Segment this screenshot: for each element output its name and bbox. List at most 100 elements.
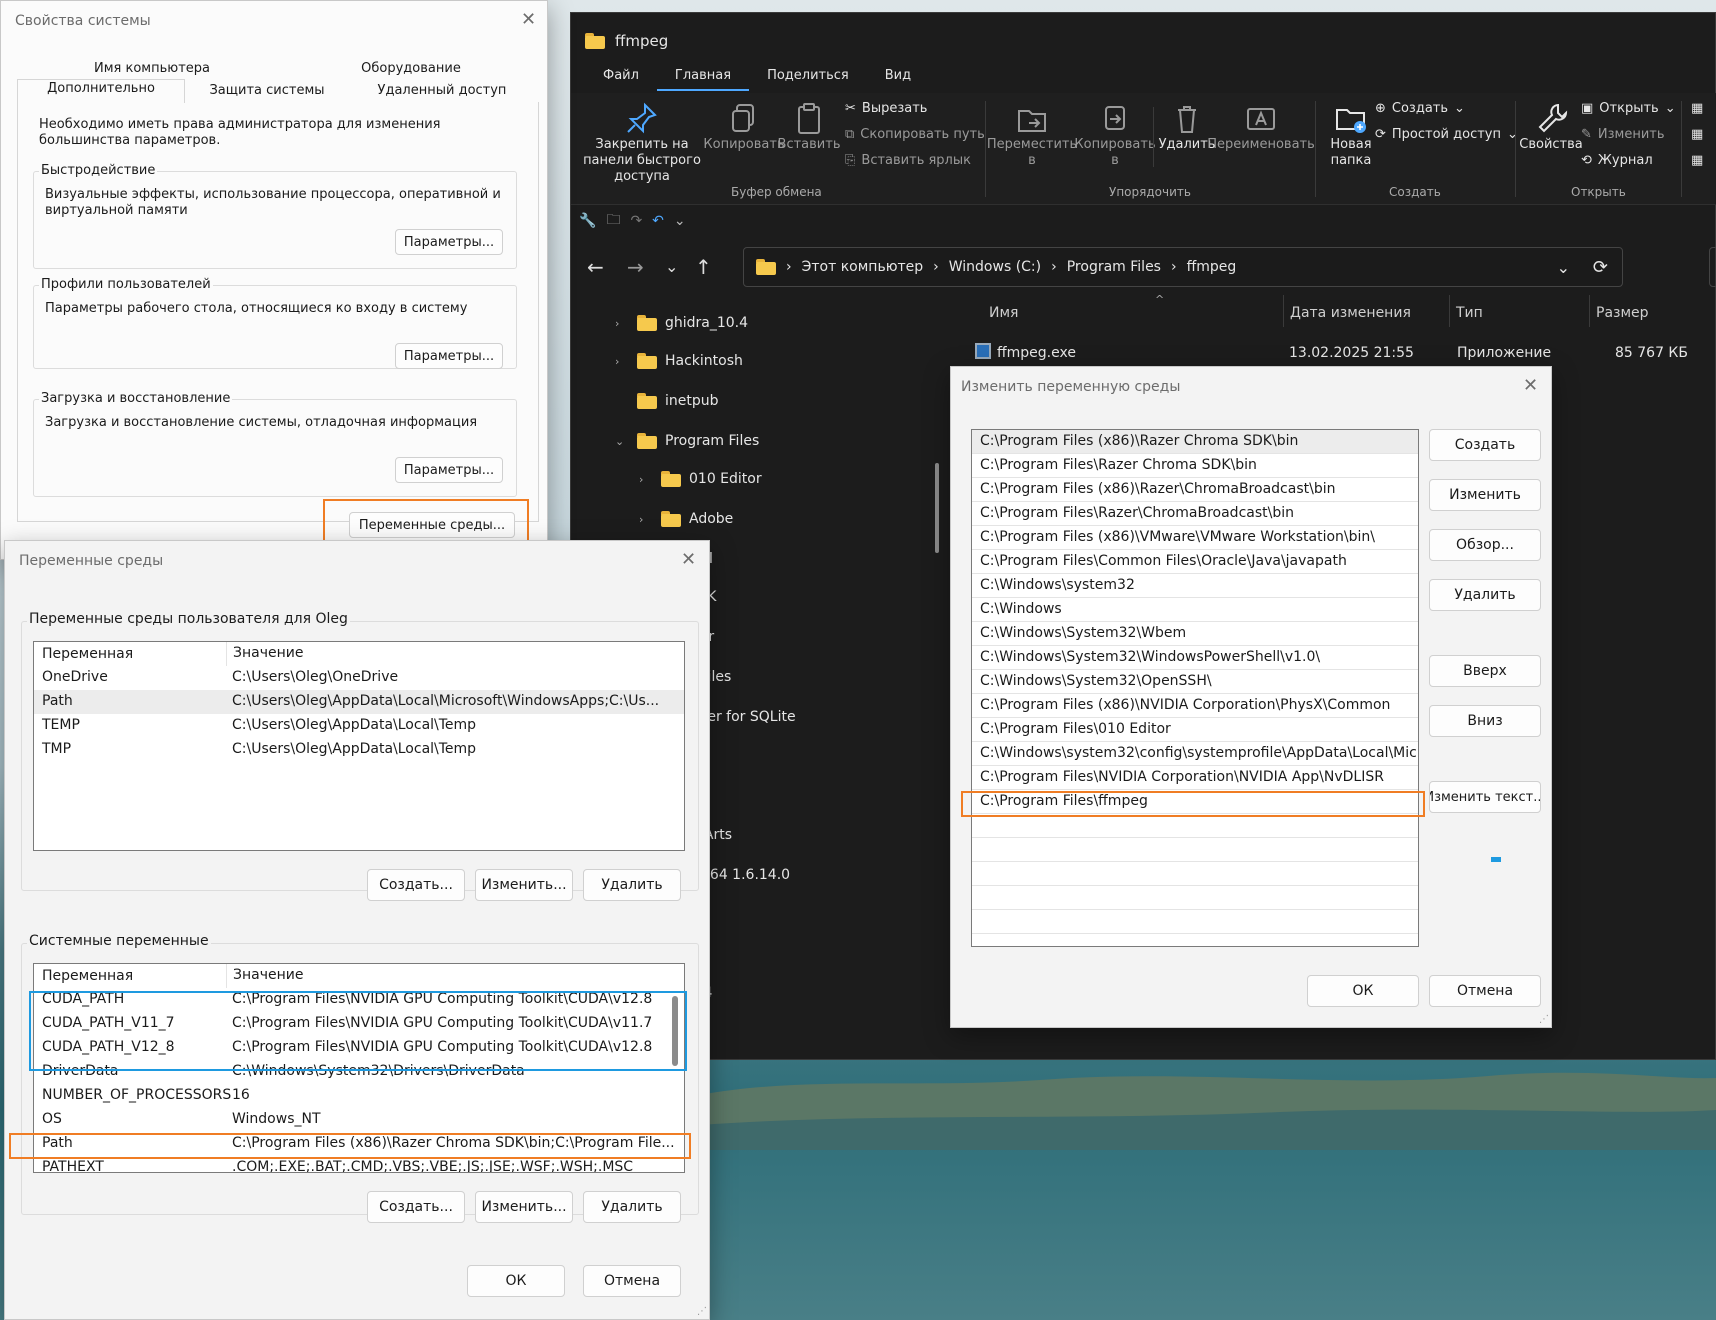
address-dropdown-icon[interactable]: ⌄ [1557,258,1570,277]
path-entry[interactable]: C:\Program Files\010 Editor [972,718,1418,742]
table-row[interactable]: Path C:\Users\Oleg\AppData\Local\Microsof… [34,690,684,714]
path-entry[interactable]: C:\Program Files (x86)\Razer Chroma SDK\… [972,430,1418,454]
column-name[interactable]: Имя [989,305,1018,321]
tree-item[interactable]: › Adobe [639,511,733,527]
invert-selection-icon[interactable]: ▦ [1691,153,1703,168]
breadcrumb-program-files[interactable]: Program Files [1067,259,1161,275]
select-none-icon[interactable]: ▦ [1691,127,1703,142]
system-new-button[interactable]: Создать... [367,1191,465,1223]
new-item-button[interactable]: ⊕ Создать ⌄ [1375,101,1465,116]
tree-item[interactable]: ⌄ Program Files [615,433,759,449]
chevron-icon[interactable]: › [615,317,629,330]
tree-item[interactable]: › Hackintosh [615,353,743,369]
empty-path-row[interactable] [972,838,1418,862]
path-entry[interactable]: C:\Windows\System32\Wbem [972,622,1418,646]
ok-button[interactable]: ОК [1307,975,1419,1007]
breadcrumb-drive[interactable]: Windows (C:) [949,259,1041,275]
table-row[interactable]: OS Windows_NT [34,1108,684,1132]
col-variable[interactable]: Переменная [42,646,133,662]
forward-icon[interactable]: → [627,255,644,279]
chevron-icon[interactable]: › [639,473,653,486]
column-date[interactable]: Дата изменения [1283,295,1411,327]
properties-small-icon[interactable]: 🔧 [579,213,596,229]
resize-grip-icon[interactable]: ⋰ [697,1306,707,1317]
tree-item[interactable]: › ghidra_10.4 [615,315,748,331]
tab-system-protection[interactable]: Защита системы [187,83,347,98]
back-icon[interactable]: ← [587,255,604,279]
paste-button[interactable]: Вставить [778,101,840,153]
select-all-icon[interactable]: ▦ [1691,101,1703,116]
breadcrumb-ffmpeg[interactable]: ffmpeg [1187,259,1237,275]
system-delete-button[interactable]: Удалить [583,1191,681,1223]
menu-share[interactable]: Поделиться [749,63,867,91]
col-variable[interactable]: Переменная [42,968,133,984]
empty-path-row[interactable] [972,862,1418,886]
empty-path-row[interactable] [972,814,1418,838]
system-edit-button[interactable]: Изменить... [475,1191,573,1223]
profiles-settings-button[interactable]: Параметры... [395,343,503,369]
tab-computer-name[interactable]: Имя компьютера [21,61,283,76]
properties-button[interactable]: Свойства [1519,101,1583,153]
column-size[interactable]: Размер [1589,295,1649,327]
cancel-button[interactable]: Отмена [1429,975,1541,1007]
new-entry-button[interactable]: Создать [1429,429,1541,461]
close-icon[interactable]: ✕ [1523,375,1538,396]
table-row[interactable]: TMP C:\Users\Oleg\AppData\Local\Temp [34,738,684,762]
chevron-icon[interactable]: › [639,513,653,526]
breadcrumb-this-pc[interactable]: Этот компьютер [802,259,924,275]
close-icon[interactable]: ✕ [521,9,536,30]
chevron-icon[interactable]: ⌄ [615,435,629,448]
close-icon[interactable]: ✕ [681,549,696,570]
recent-locations-icon[interactable]: ⌄ [665,257,678,276]
delete-entry-button[interactable]: Удалить [1429,579,1541,611]
menu-view[interactable]: Вид [867,63,929,91]
startup-settings-button[interactable]: Параметры... [395,457,503,483]
tree-item[interactable]: inetpub [615,393,719,409]
path-entry[interactable]: C:\Program Files\Razer\ChromaBroadcast\b… [972,502,1418,526]
up-icon[interactable]: ↑ [695,255,712,279]
ok-button[interactable]: ОК [467,1265,565,1297]
user-vars-list[interactable]: Переменная Значение OneDrive C:\Users\Ole… [33,641,685,851]
path-entries-list[interactable]: C:\Program Files (x86)\Razer Chroma SDK\… [971,429,1419,947]
tab-hardware[interactable]: Оборудование [283,61,539,76]
empty-path-row[interactable] [972,886,1418,910]
chevron-icon[interactable]: › [615,355,629,368]
edit-entry-button[interactable]: Изменить [1429,479,1541,511]
path-entry[interactable]: C:\Program Files\Razer Chroma SDK\bin [972,454,1418,478]
empty-path-row[interactable] [972,910,1418,934]
resize-grip-icon[interactable]: ⋰ [1539,1014,1549,1025]
edit-button[interactable]: ✎ Изменить [1581,127,1665,142]
new-folder-small-icon[interactable]: 🗀 [606,209,620,233]
move-up-button[interactable]: Вверх [1429,655,1541,687]
path-entry[interactable]: C:\Program Files\NVIDIA Corporation\NVID… [972,766,1418,790]
path-entry[interactable]: C:\Program Files\Common Files\Oracle\Jav… [972,550,1418,574]
menu-file[interactable]: Файл [585,63,657,91]
cut-button[interactable]: ✂ Вырезать [845,101,927,116]
cancel-button[interactable]: Отмена [583,1265,681,1297]
undo-icon[interactable]: ↶ [652,213,664,229]
tab-advanced[interactable]: Дополнительно [19,81,183,96]
empty-path-row[interactable] [972,934,1418,946]
tree-scrollbar[interactable] [935,463,939,553]
col-value[interactable]: Значение [226,964,303,988]
table-row[interactable]: OneDrive C:\Users\Oleg\OneDrive [34,666,684,690]
tree-item[interactable]: › 010 Editor [639,471,762,487]
tab-remote[interactable]: Удаленный доступ [347,83,537,98]
path-entry[interactable]: C:\Program Files (x86)\NVIDIA Corporatio… [972,694,1418,718]
col-value[interactable]: Значение [226,642,303,666]
table-row[interactable]: TEMP C:\Users\Oleg\AppData\Local\Temp [34,714,684,738]
browse-button[interactable]: Обзор... [1429,529,1541,561]
copy-path-button[interactable]: ⧉ Скопировать путь [845,127,985,142]
refresh-icon[interactable]: ⟳ [1593,257,1608,278]
column-type[interactable]: Тип [1449,295,1483,327]
performance-settings-button[interactable]: Параметры... [395,229,503,255]
file-row[interactable]: ffmpeg.exe 13.02.2025 21:55 Приложение 8… [949,337,1716,367]
path-entry[interactable]: C:\Windows\system32\config\systemprofile… [972,742,1418,766]
copy-to-button[interactable]: Копировать в [1074,101,1156,169]
chevron-down-icon[interactable]: ⌄ [674,213,686,229]
address-bar[interactable]: › Этот компьютер › Windows (C:) › Progra… [743,247,1623,287]
copy-button[interactable]: Копировать [703,101,785,153]
path-entry[interactable]: C:\Program Files (x86)\Razer\ChromaBroad… [972,478,1418,502]
user-edit-button[interactable]: Изменить... [475,869,573,901]
search-box[interactable] [1709,247,1716,287]
